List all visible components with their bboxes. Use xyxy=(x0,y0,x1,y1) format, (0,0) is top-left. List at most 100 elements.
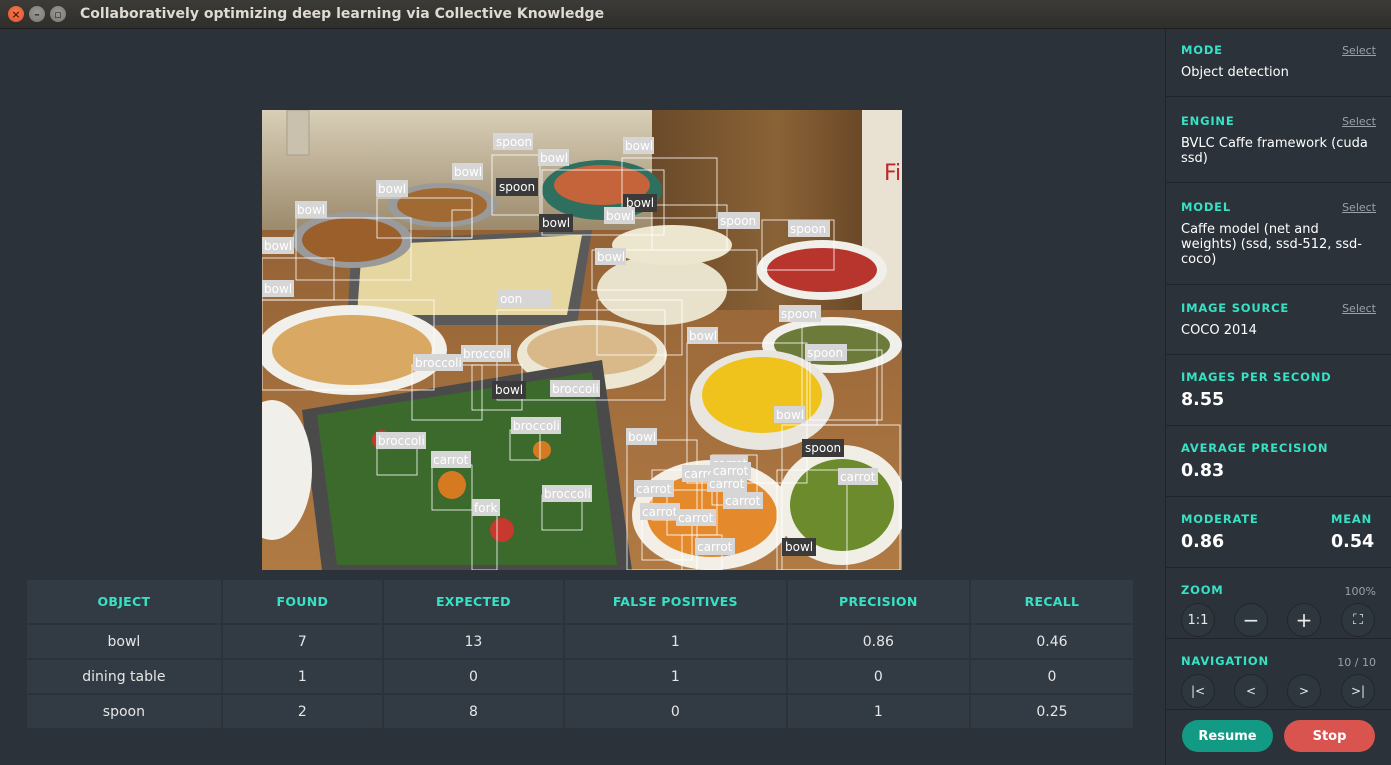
svg-text:carrot: carrot xyxy=(433,453,469,467)
zoom-actual-size-button[interactable]: 1:1 xyxy=(1181,603,1215,637)
cell-precision: 1 xyxy=(787,695,969,728)
svg-text:bowl: bowl xyxy=(297,203,325,217)
svg-text:bowl: bowl xyxy=(606,209,634,223)
fullscreen-icon[interactable]: ⛶ xyxy=(1341,603,1375,637)
detection-label: bowl xyxy=(595,248,626,265)
mode-section: MODE Select Object detection xyxy=(1166,43,1391,80)
close-icon[interactable]: × xyxy=(8,6,24,22)
column-header-precision: PRECISION xyxy=(787,580,969,623)
ips-label: IMAGES PER SECOND xyxy=(1181,370,1332,384)
cell-recall: 0.46 xyxy=(970,625,1133,658)
engine-select-link[interactable]: Select xyxy=(1342,115,1376,128)
detection-label: fork xyxy=(472,499,500,516)
navigation-section: NAVIGATION 10 / 10 xyxy=(1166,654,1391,669)
previous-image-button[interactable]: < xyxy=(1234,674,1268,708)
svg-text:carrot: carrot xyxy=(678,511,714,525)
cell-expected: 0 xyxy=(383,660,563,693)
stop-button[interactable]: Stop xyxy=(1284,720,1375,752)
last-image-button[interactable]: >| xyxy=(1341,674,1375,708)
detection-label: bowl xyxy=(782,538,816,556)
image-source-select-link[interactable]: Select xyxy=(1342,302,1376,315)
detection-label: broccoli xyxy=(376,432,426,449)
results-table: OBJECT FOUND EXPECTED FALSE POSITIVES PR… xyxy=(25,578,1135,730)
mode-select-link[interactable]: Select xyxy=(1342,44,1376,57)
avg-precision-value: 0.83 xyxy=(1181,461,1225,481)
detection-label: broccoli xyxy=(461,345,511,362)
svg-text:spoon: spoon xyxy=(790,222,826,236)
engine-section: ENGINE Select BVLC Caffe framework (cuda… xyxy=(1166,114,1391,166)
detection-label: carrot xyxy=(838,468,878,485)
cell-found: 7 xyxy=(222,625,382,658)
detection-label: bowl xyxy=(623,137,654,154)
divider xyxy=(1166,284,1391,285)
cell-false-positives: 1 xyxy=(564,625,786,658)
model-value: Caffe model (net and weights) (ssd, ssd-… xyxy=(1181,222,1362,267)
detection-label: bowl xyxy=(604,207,635,224)
resume-button[interactable]: Resume xyxy=(1182,720,1273,752)
navigation-position: 10 / 10 xyxy=(1337,656,1376,669)
detection-label: bowl xyxy=(774,406,805,423)
detection-label: bowl xyxy=(376,180,408,197)
column-header-object: OBJECT xyxy=(27,580,221,623)
window-title: Collaboratively optimizing deep learning… xyxy=(80,6,605,22)
engine-value: BVLC Caffe framework (cuda ssd) xyxy=(1181,136,1368,166)
detection-label: bowl xyxy=(492,381,526,399)
next-image-button[interactable]: > xyxy=(1287,674,1321,708)
minimize-icon[interactable]: – xyxy=(29,6,45,22)
food-table-photo: Fi spoon bowl bowl spoon bowl bowl bowl … xyxy=(262,110,902,570)
detection-label: bowl xyxy=(452,163,483,180)
detection-label: broccoli xyxy=(511,417,561,434)
svg-text:spoon: spoon xyxy=(807,346,843,360)
divider xyxy=(1166,567,1391,568)
svg-text:spoon: spoon xyxy=(499,180,535,194)
svg-text:bowl: bowl xyxy=(689,329,717,343)
detection-label: spoon xyxy=(493,133,533,150)
svg-text:carrot: carrot xyxy=(636,482,672,496)
settings-sidebar: MODE Select Object detection ENGINE Sele… xyxy=(1165,29,1391,765)
detection-label: oon xyxy=(498,290,552,307)
svg-text:Fi: Fi xyxy=(884,161,901,186)
detection-label: broccoli xyxy=(413,354,463,371)
zoom-in-button[interactable]: + xyxy=(1287,603,1321,637)
detection-label: bowl xyxy=(626,428,657,445)
detection-label: carrot xyxy=(711,462,751,479)
mean-section: MEAN 0.54 xyxy=(1316,512,1391,552)
cell-precision: 0.86 xyxy=(787,625,969,658)
svg-text:bowl: bowl xyxy=(542,216,570,230)
maximize-icon[interactable]: ▫ xyxy=(50,6,66,22)
table-row: bowl 7 13 1 0.86 0.46 xyxy=(27,625,1133,658)
svg-text:carrot: carrot xyxy=(713,464,749,478)
cell-false-positives: 1 xyxy=(564,660,786,693)
detection-label: carrot xyxy=(676,509,716,526)
svg-text:broccoli: broccoli xyxy=(463,347,510,361)
svg-text:bowl: bowl xyxy=(540,151,568,165)
detection-label: bowl xyxy=(295,201,327,218)
zoom-out-button[interactable]: − xyxy=(1234,603,1268,637)
svg-text:bowl: bowl xyxy=(378,182,406,196)
ips-value: 8.55 xyxy=(1181,390,1225,410)
table-row: dining table 1 0 1 0 0 xyxy=(27,660,1133,693)
zoom-level: 100% xyxy=(1344,585,1376,598)
svg-text:fork: fork xyxy=(474,501,498,515)
svg-text:bowl: bowl xyxy=(625,139,653,153)
detection-label: carrot xyxy=(634,480,674,497)
divider xyxy=(1166,496,1391,497)
svg-text:carrot: carrot xyxy=(642,505,678,519)
divider xyxy=(1166,96,1391,97)
cell-expected: 13 xyxy=(383,625,563,658)
svg-text:bowl: bowl xyxy=(264,239,292,253)
image-source-section: IMAGE SOURCE Select COCO 2014 xyxy=(1166,301,1391,338)
avg-precision-label: AVERAGE PRECISION xyxy=(1181,441,1329,455)
cell-recall: 0 xyxy=(970,660,1133,693)
model-select-link[interactable]: Select xyxy=(1342,201,1376,214)
detection-label: bowl xyxy=(262,237,294,254)
detection-label: spoon xyxy=(788,220,830,237)
detection-label: spoon xyxy=(718,212,760,229)
detection-label: bowl xyxy=(262,280,294,297)
svg-text:broccoli: broccoli xyxy=(415,356,462,370)
detection-label: broccoli xyxy=(550,380,600,397)
cell-false-positives: 0 xyxy=(564,695,786,728)
svg-text:bowl: bowl xyxy=(776,408,804,422)
first-image-button[interactable]: |< xyxy=(1181,674,1215,708)
model-section: MODEL Select Caffe model (net and weight… xyxy=(1166,200,1391,267)
